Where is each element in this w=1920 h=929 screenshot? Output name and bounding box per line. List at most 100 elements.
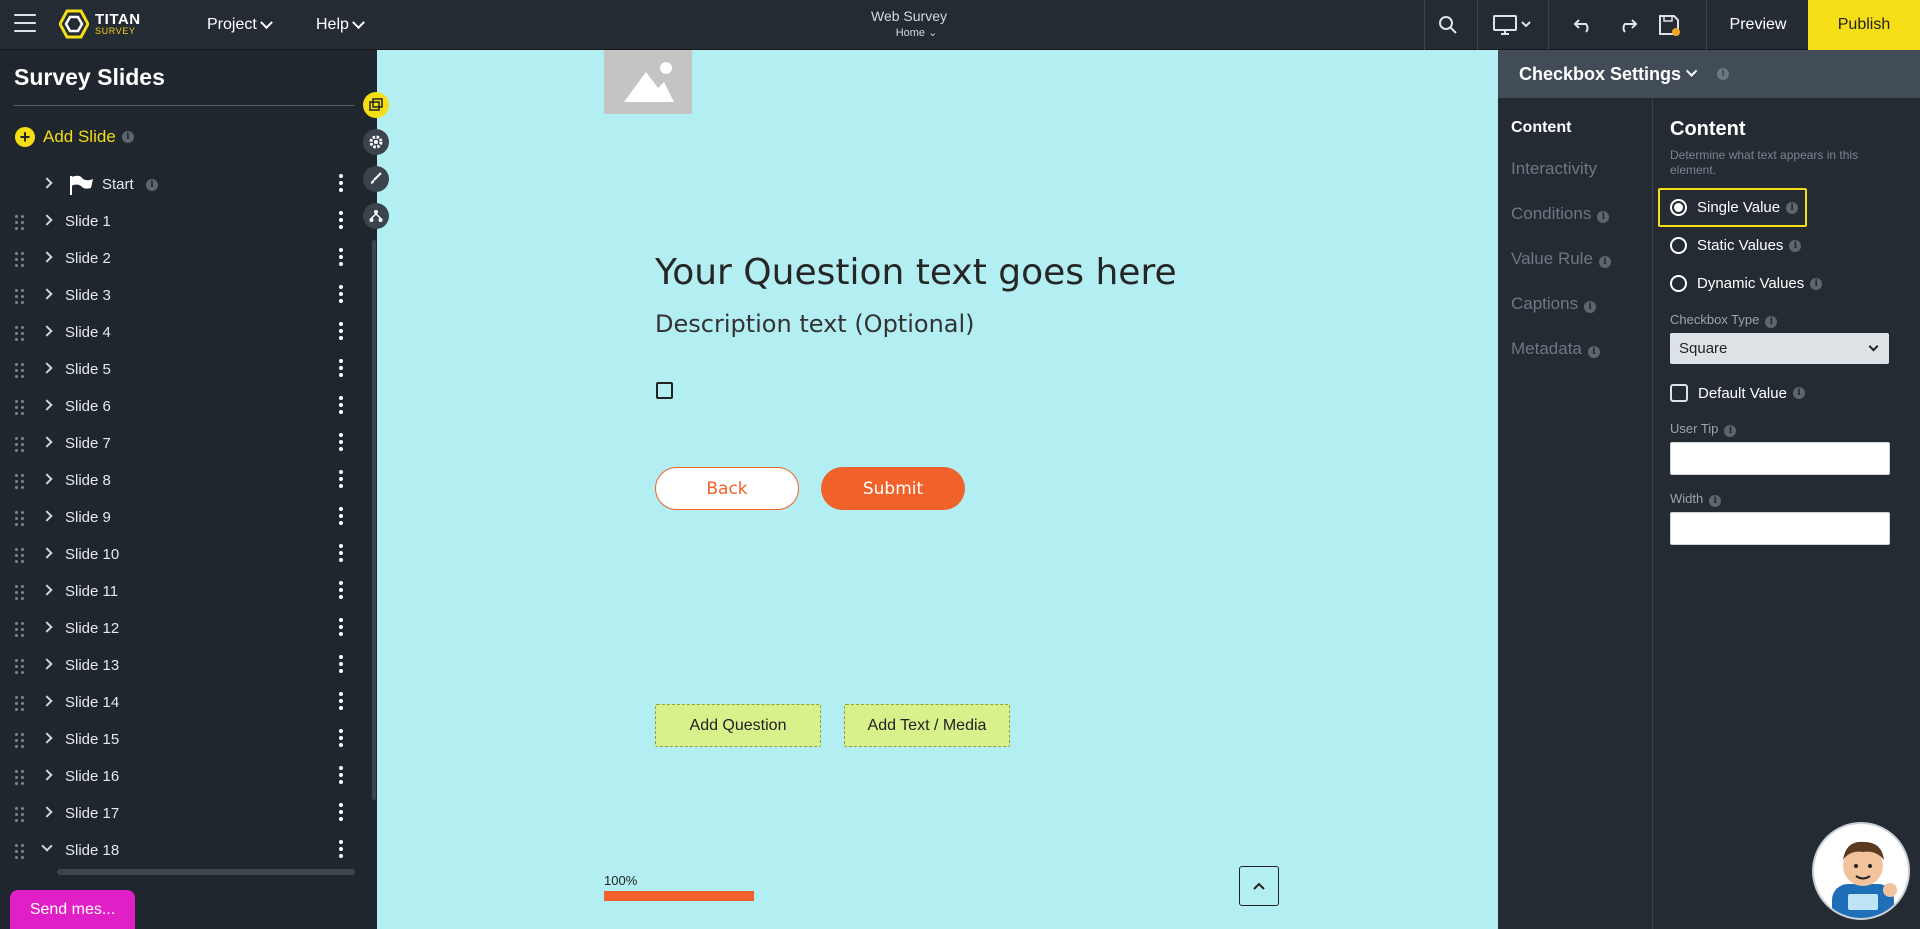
question-title[interactable]: Your Question text goes here <box>655 252 1177 293</box>
brush-icon[interactable] <box>363 166 389 192</box>
chevron-right-icon[interactable] <box>41 362 53 374</box>
info-icon[interactable]: i <box>1786 201 1799 214</box>
default-value-checkbox-row[interactable]: Default Value i <box>1670 384 1805 402</box>
checkbox-type-select[interactable]: Square <box>1670 333 1889 364</box>
more-options-icon[interactable] <box>338 285 344 305</box>
save-icon[interactable] <box>1656 12 1682 38</box>
chevron-right-icon[interactable] <box>41 214 53 226</box>
more-options-icon[interactable] <box>338 544 344 564</box>
question-description[interactable]: Description text (Optional) <box>655 310 975 338</box>
page-selector[interactable]: Home ⌄ <box>0 26 1833 39</box>
add-question-button[interactable]: Add Question <box>655 704 821 747</box>
default-value-checkbox[interactable] <box>1670 384 1688 402</box>
radio-button[interactable] <box>1670 275 1687 292</box>
chevron-right-icon[interactable] <box>41 769 53 781</box>
more-options-icon[interactable] <box>338 322 344 342</box>
chevron-right-icon[interactable] <box>41 547 53 559</box>
publish-button[interactable]: Publish <box>1808 0 1920 50</box>
drag-handle-icon[interactable] <box>15 511 27 527</box>
drag-handle-icon[interactable] <box>15 548 27 564</box>
slide-row[interactable]: Slide 12 <box>0 610 360 647</box>
drag-handle-icon[interactable] <box>15 437 27 453</box>
drag-handle-icon[interactable] <box>15 474 27 490</box>
more-options-icon[interactable] <box>338 729 344 749</box>
chevron-right-icon[interactable] <box>41 732 53 744</box>
slide-row[interactable]: Slide 4 <box>0 314 360 351</box>
more-options-icon[interactable] <box>338 655 344 675</box>
more-options-icon[interactable] <box>338 359 344 379</box>
more-options-icon[interactable] <box>338 174 344 194</box>
submit-button[interactable]: Submit <box>821 467 965 510</box>
settings-icon[interactable] <box>363 129 389 155</box>
slide-row[interactable]: Slide 7 <box>0 425 360 462</box>
tab-captions[interactable]: Captions i <box>1511 294 1597 314</box>
info-icon[interactable]: i <box>1724 425 1737 437</box>
question-checkbox[interactable] <box>656 382 673 399</box>
drag-handle-icon[interactable] <box>15 770 27 786</box>
more-options-icon[interactable] <box>338 766 344 786</box>
drag-handle-icon[interactable] <box>15 696 27 712</box>
undo-icon[interactable] <box>1571 12 1597 38</box>
slide-row[interactable]: Slide 5 <box>0 351 360 388</box>
drag-handle-icon[interactable] <box>15 215 27 231</box>
info-icon[interactable]: i <box>1765 316 1778 328</box>
chevron-right-icon[interactable] <box>41 510 53 522</box>
info-icon[interactable]: i <box>1587 346 1600 358</box>
slide-row[interactable]: Slide 2 <box>0 240 360 277</box>
slide-row[interactable]: Slide 17 <box>0 795 360 832</box>
send-message-button[interactable]: Send mes... <box>10 890 135 929</box>
more-options-icon[interactable] <box>338 803 344 823</box>
info-icon[interactable]: i <box>1789 239 1802 252</box>
slide-row[interactable]: Slide 9 <box>0 499 360 536</box>
chevron-right-icon[interactable] <box>41 658 53 670</box>
slide-row[interactable]: Slide 14 <box>0 684 360 721</box>
search-icon[interactable] <box>1435 12 1461 38</box>
chevron-right-icon[interactable] <box>41 288 53 300</box>
drag-handle-icon[interactable] <box>15 289 27 305</box>
radio-button[interactable] <box>1670 199 1687 216</box>
image-placeholder[interactable] <box>604 50 692 114</box>
radio-single-value[interactable]: Single Value i <box>1670 199 1799 216</box>
chevron-right-icon[interactable] <box>41 806 53 818</box>
drag-handle-icon[interactable] <box>15 400 27 416</box>
tab-metadata[interactable]: Metadata i <box>1511 339 1600 359</box>
info-icon[interactable]: i <box>146 179 158 191</box>
drag-handle-icon[interactable] <box>15 844 27 860</box>
chevron-right-icon[interactable] <box>41 177 53 189</box>
chevron-right-icon[interactable] <box>41 473 53 485</box>
slide-row[interactable]: Slide 13 <box>0 647 360 684</box>
tab-content[interactable]: Content <box>1511 119 1571 137</box>
support-avatar[interactable] <box>1812 822 1910 920</box>
user-tip-input[interactable] <box>1670 442 1890 475</box>
slide-row[interactable]: Slide 6 <box>0 388 360 425</box>
slide-row[interactable]: Slide 15 <box>0 721 360 758</box>
slide-row-start[interactable]: Start i <box>0 166 360 203</box>
add-slide-button[interactable]: + Add Slide i <box>15 127 134 147</box>
drag-handle-icon[interactable] <box>15 622 27 638</box>
chevron-right-icon[interactable] <box>41 325 53 337</box>
drag-handle-icon[interactable] <box>15 733 27 749</box>
preview-button[interactable]: Preview <box>1708 0 1808 50</box>
chevron-right-icon[interactable] <box>41 584 53 596</box>
more-options-icon[interactable] <box>338 248 344 268</box>
chevron-right-icon[interactable] <box>41 695 53 707</box>
slide-row[interactable]: Slide 1 <box>0 203 360 240</box>
more-options-icon[interactable] <box>338 211 344 231</box>
sidebar-horizontal-scrollbar[interactable] <box>57 869 355 875</box>
hierarchy-icon[interactable] <box>363 203 389 229</box>
drag-handle-icon[interactable] <box>15 363 27 379</box>
more-options-icon[interactable] <box>338 396 344 416</box>
more-options-icon[interactable] <box>338 840 344 860</box>
slide-row[interactable]: Slide 16 <box>0 758 360 795</box>
chevron-right-icon[interactable] <box>41 399 53 411</box>
chevron-right-icon[interactable] <box>41 251 53 263</box>
radio-dynamic-values[interactable]: Dynamic Values i <box>1670 275 1823 292</box>
drag-handle-icon[interactable] <box>15 807 27 823</box>
chevron-right-icon[interactable] <box>41 436 53 448</box>
chevron-right-icon[interactable] <box>41 621 53 633</box>
info-icon[interactable]: i <box>1810 277 1823 290</box>
more-options-icon[interactable] <box>338 433 344 453</box>
more-options-icon[interactable] <box>338 507 344 527</box>
info-icon[interactable]: i <box>1709 495 1722 507</box>
more-options-icon[interactable] <box>338 692 344 712</box>
